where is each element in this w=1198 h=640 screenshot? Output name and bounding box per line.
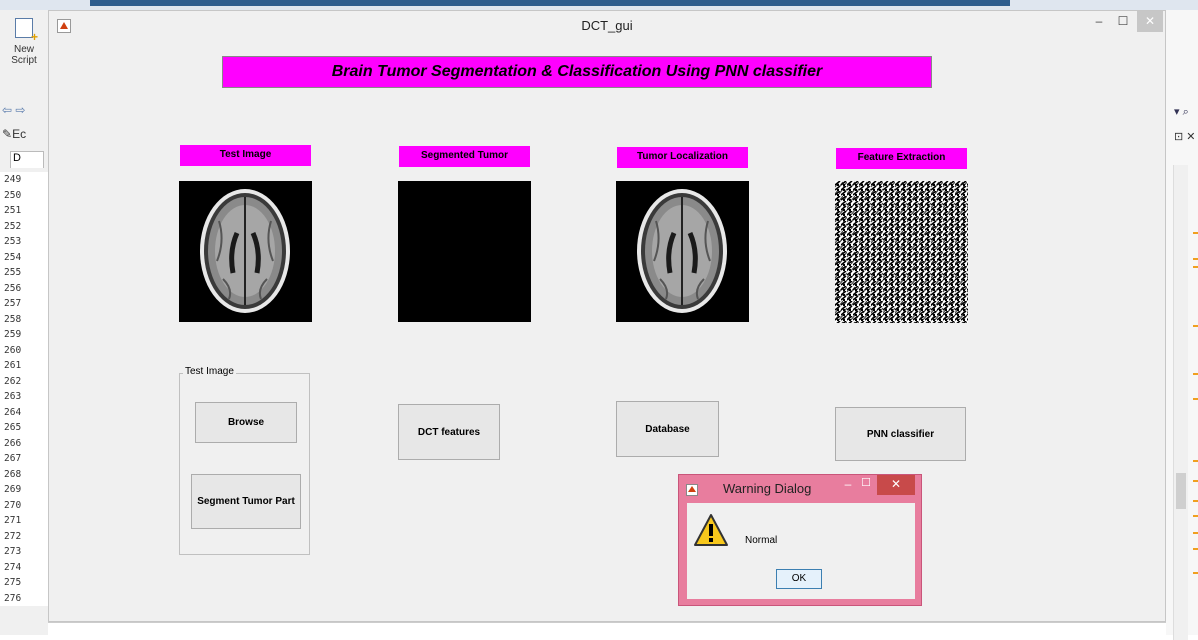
- line-number: 265: [4, 422, 22, 433]
- dct-feature-image: [835, 181, 968, 323]
- code-marker: [1193, 548, 1198, 550]
- line-number: 266: [4, 437, 22, 449]
- line-number: 259: [4, 329, 22, 340]
- code-marker: [1193, 480, 1198, 482]
- segmented-tumor-label: Segmented Tumor: [399, 146, 530, 167]
- line-number: 249: [4, 174, 22, 185]
- line-number: 275: [4, 577, 22, 588]
- line-number: 253: [4, 236, 22, 247]
- code-marker: [1193, 515, 1198, 517]
- code-marker: [1193, 266, 1198, 268]
- segmented-tumor-axes: [398, 181, 531, 322]
- code-marker: [1193, 373, 1198, 375]
- line-number: 258: [4, 313, 22, 325]
- code-marker: [1193, 232, 1198, 234]
- figure-titlebar[interactable]: DCT_gui – ☐ ✕: [49, 11, 1165, 41]
- editor-tab[interactable]: D: [10, 151, 44, 168]
- line-number: 250: [4, 189, 22, 201]
- search-icon[interactable]: ▾ ⌕: [1174, 105, 1189, 119]
- line-number: 264: [4, 406, 22, 418]
- line-numbers: 249 250 251 252 253 254 255 256 257 258 259 260 261 2…: [0, 172, 48, 606]
- line-number: 260: [4, 344, 22, 356]
- dct-features-button[interactable]: DCT features: [398, 404, 500, 460]
- matlab-logo-icon: [686, 484, 698, 496]
- dialog-title: Warning Dialog: [723, 481, 812, 496]
- feature-extraction-label: Feature Extraction: [836, 148, 967, 169]
- line-number: 256: [4, 282, 22, 294]
- editor-label: ✎Ec: [2, 127, 27, 141]
- line-number: 272: [4, 530, 22, 542]
- minimize-button[interactable]: –: [1089, 11, 1109, 32]
- editor-right-panel: ▾ ⌕ ⊡ ✕: [1165, 10, 1198, 640]
- dialog-body: Normal OK: [687, 503, 915, 599]
- editor-label-text: Ec: [12, 127, 27, 141]
- line-number: 262: [4, 375, 22, 387]
- desktop-top-strip: [0, 0, 1198, 10]
- line-number: 255: [4, 267, 22, 278]
- code-marker: [1193, 325, 1198, 327]
- line-number: 251: [4, 205, 22, 216]
- ok-button[interactable]: OK: [776, 569, 822, 589]
- line-number: 273: [4, 546, 22, 557]
- nav-arrows-icon[interactable]: ⇦ ⇨: [2, 103, 25, 117]
- line-number: 268: [4, 468, 22, 480]
- tumor-localization-label: Tumor Localization: [617, 147, 748, 168]
- close-button[interactable]: ✕: [1137, 11, 1163, 32]
- line-number: 261: [4, 360, 22, 371]
- dialog-message: Normal: [745, 535, 778, 546]
- tumor-localization-axes: [616, 181, 749, 322]
- dialog-close-button[interactable]: ✕: [877, 475, 915, 495]
- feature-extraction-axes: [835, 181, 968, 323]
- line-number: 271: [4, 515, 22, 526]
- line-number: 274: [4, 561, 22, 573]
- code-marker: [1193, 572, 1198, 574]
- test-image-group-label: Test Image: [183, 366, 236, 377]
- new-script-label-2: Script: [11, 55, 37, 66]
- line-number: 269: [4, 484, 22, 495]
- segment-tumor-button[interactable]: Segment Tumor Part: [191, 474, 301, 529]
- line-number: 257: [4, 298, 22, 309]
- main-title: Brain Tumor Segmentation & Classificatio…: [222, 56, 932, 88]
- close-panel-icon[interactable]: ⊡ ✕: [1174, 130, 1196, 143]
- scrollbar-thumb[interactable]: [1176, 473, 1186, 509]
- editor-left-panel: New Script ⇦ ⇨ ✎Ec D 2492502512522532542…: [0, 10, 49, 635]
- dialog-maximize-button[interactable]: ☐: [859, 476, 873, 489]
- code-marker: [1193, 500, 1198, 502]
- new-script-button[interactable]: New Script: [4, 16, 44, 66]
- dialog-minimize-button[interactable]: –: [841, 477, 855, 491]
- pnn-classifier-button[interactable]: PNN classifier: [835, 407, 966, 461]
- line-number: 270: [4, 499, 22, 511]
- brain-mri-image: [200, 189, 290, 313]
- figure-window: DCT_gui – ☐ ✕ Brain Tumor Segmentation &…: [48, 10, 1166, 622]
- database-button[interactable]: Database: [616, 401, 719, 457]
- warning-icon: [693, 513, 729, 550]
- new-script-label-1: New: [13, 44, 34, 55]
- test-image-label: Test Image: [180, 145, 311, 166]
- browse-button[interactable]: Browse: [195, 402, 297, 443]
- line-number: 276: [4, 592, 22, 604]
- window-strip: [90, 0, 1010, 6]
- figure-title: DCT_gui: [581, 18, 633, 33]
- test-image-axes: [179, 181, 312, 322]
- vertical-scrollbar[interactable]: [1173, 165, 1188, 640]
- code-marker: [1193, 258, 1198, 260]
- code-marker: [1193, 460, 1198, 462]
- localized-brain-image: [637, 189, 727, 313]
- line-number: 263: [4, 391, 22, 402]
- new-script-icon: [15, 18, 38, 43]
- line-number: 252: [4, 220, 22, 232]
- figure-bottom-bar: [48, 622, 1166, 636]
- code-marker: [1193, 398, 1198, 400]
- code-marker: [1193, 532, 1198, 534]
- line-number: 254: [4, 251, 22, 263]
- warning-dialog: Warning Dialog – ☐ ✕ Normal OK: [678, 474, 922, 606]
- maximize-button[interactable]: ☐: [1113, 11, 1133, 32]
- line-number: 267: [4, 453, 22, 464]
